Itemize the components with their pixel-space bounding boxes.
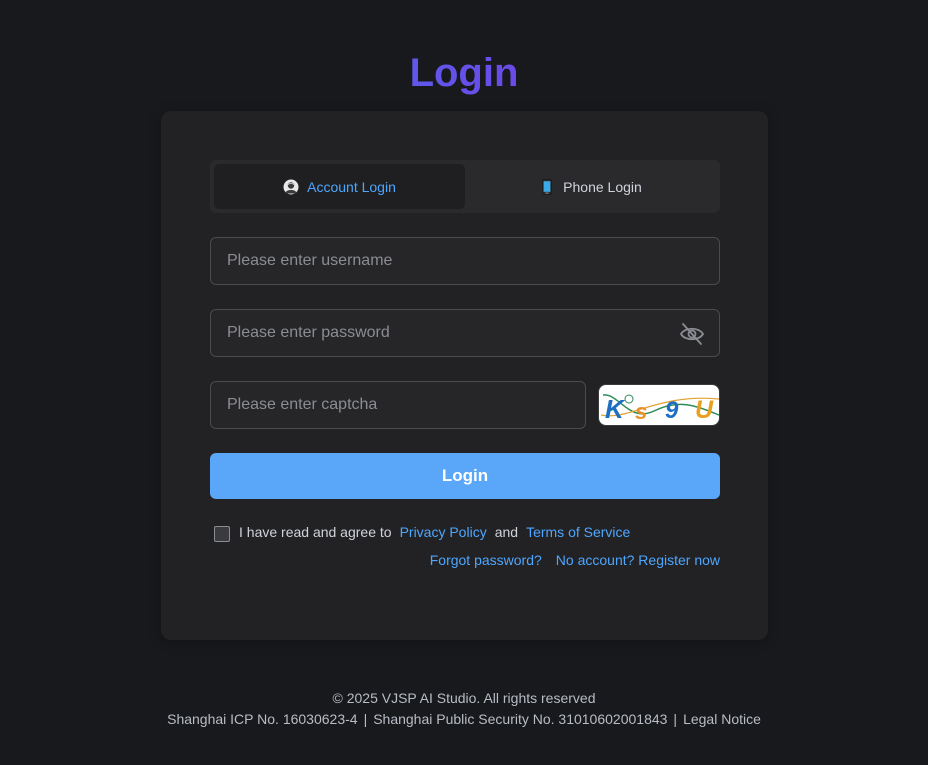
forgot-password-link[interactable]: Forgot password?: [430, 552, 542, 568]
password-field: [210, 309, 720, 357]
agreement-row: I have read and agree to Privacy Policy …: [214, 522, 630, 542]
terms-of-service-link[interactable]: Terms of Service: [526, 524, 630, 540]
login-button[interactable]: Login: [210, 453, 720, 499]
agreement-checkbox[interactable]: [214, 526, 230, 542]
privacy-policy-link[interactable]: Privacy Policy: [400, 524, 487, 540]
svg-text:s: s: [635, 399, 647, 424]
register-link[interactable]: No account? Register now: [556, 552, 720, 568]
icp-link[interactable]: Shanghai ICP No. 16030623-4: [167, 711, 357, 727]
captcha-input[interactable]: [211, 382, 585, 428]
password-input[interactable]: [211, 310, 719, 356]
svg-text:9: 9: [665, 397, 679, 424]
svg-text:K: K: [605, 394, 626, 424]
login-card: Account Login Phone Login Please enter u…: [161, 111, 768, 640]
username-input[interactable]: [211, 238, 719, 284]
public-security-link[interactable]: Shanghai Public Security No. 31010602001…: [373, 711, 667, 727]
mobile-phone-icon: [539, 178, 555, 195]
user-avatar-icon: [283, 179, 299, 195]
captcha-image[interactable]: K s 9 U: [598, 384, 720, 426]
login-tabs: Account Login Phone Login: [210, 160, 720, 213]
page-title: Login: [0, 50, 928, 96]
footer-links: Shanghai ICP No. 16030623-4 | Shanghai Pub…: [167, 711, 761, 727]
tab-phone-login[interactable]: Phone Login: [465, 164, 716, 209]
agreement-prefix: I have read and agree to: [239, 524, 392, 540]
username-field: [210, 237, 720, 285]
tab-account-login[interactable]: Account Login: [214, 164, 465, 209]
tab-account-login-label: Account Login: [307, 178, 396, 195]
footer-copyright: © 2025 VJSP AI Studio. All rights reserv…: [332, 690, 596, 706]
captcha-field: [210, 381, 586, 429]
legal-notice-link[interactable]: Legal Notice: [683, 711, 761, 727]
agreement-and: and: [494, 524, 519, 540]
eye-hidden-icon[interactable]: [679, 321, 705, 347]
aux-links: Forgot password? No account? Register no…: [430, 552, 720, 568]
svg-text:U: U: [695, 396, 714, 424]
tab-phone-login-label: Phone Login: [563, 178, 642, 195]
